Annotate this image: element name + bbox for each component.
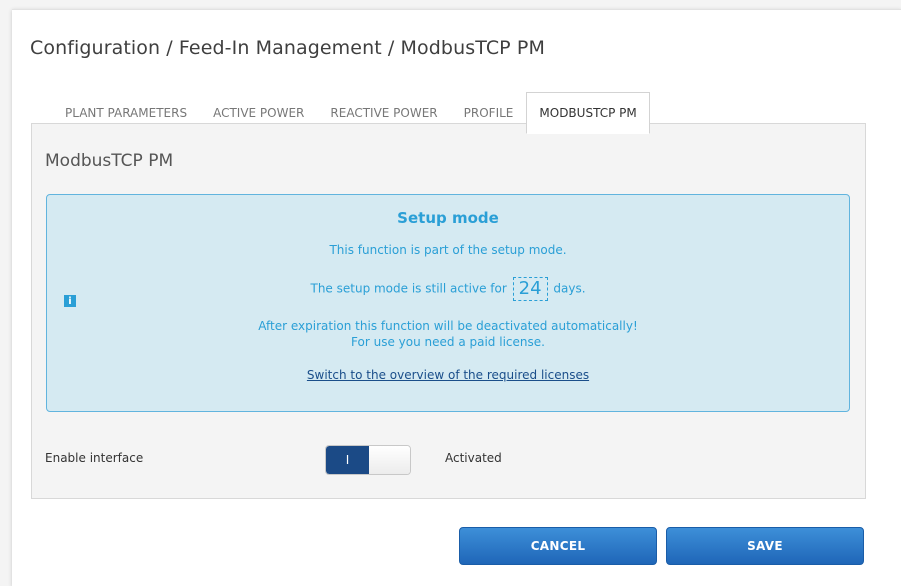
expiration-warning: After expiration this function will be d… xyxy=(258,319,638,333)
panel-title: ModbusTCP PM xyxy=(45,151,174,171)
setup-mode-remaining: The setup mode is still active for 24 da… xyxy=(47,277,849,301)
cancel-button[interactable]: CANCEL xyxy=(459,527,657,565)
expiration-note: After expiration this function will be d… xyxy=(47,318,849,350)
remaining-prefix: The setup mode is still active for xyxy=(310,281,507,296)
remaining-days-value: 24 xyxy=(512,277,548,301)
license-requirement: For use you need a paid license. xyxy=(351,335,545,349)
settings-panel: ModbusTCP PM i Setup mode This function … xyxy=(31,123,866,499)
enable-interface-toggle[interactable]: I xyxy=(325,445,411,475)
setup-mode-info-box: i Setup mode This function is part of th… xyxy=(46,194,850,412)
toggle-on-indicator: I xyxy=(326,446,369,474)
breadcrumb: Configuration / Feed-In Management / Mod… xyxy=(30,37,545,59)
remaining-suffix: days. xyxy=(553,281,586,296)
save-button[interactable]: SAVE xyxy=(666,527,864,565)
setup-mode-description: This function is part of the setup mode. xyxy=(329,243,567,257)
interface-status: Activated xyxy=(445,451,502,465)
setup-mode-title: Setup mode xyxy=(397,209,499,227)
license-overview-link[interactable]: Switch to the overview of the required l… xyxy=(47,368,849,382)
tab-modbustcp-pm[interactable]: MODBUSTCP PM xyxy=(526,92,650,134)
toggle-knob xyxy=(369,446,410,474)
enable-interface-label: Enable interface xyxy=(45,451,144,465)
